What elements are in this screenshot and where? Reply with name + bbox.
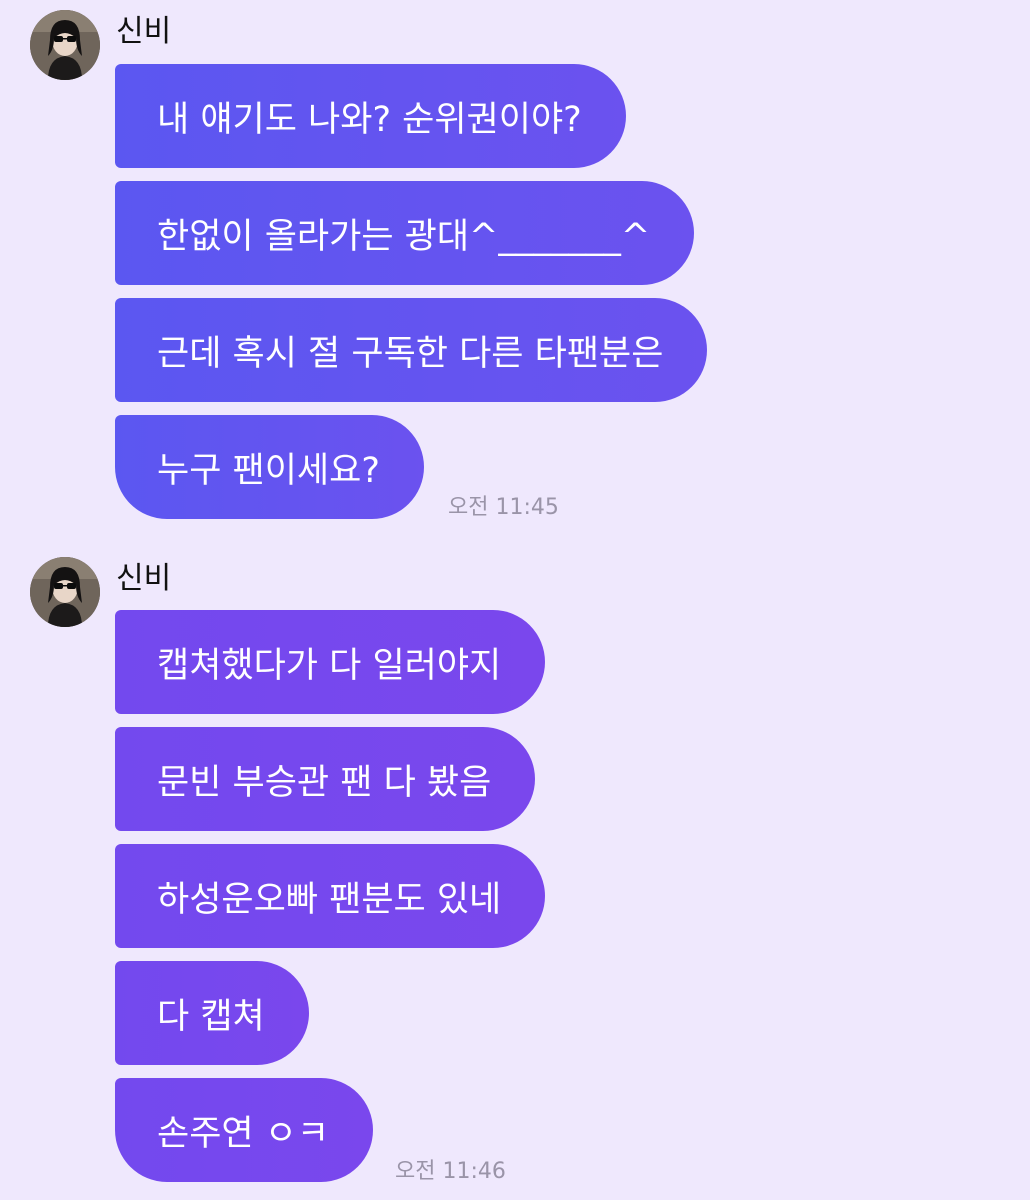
message-text: 한없이 올라가는 광대^_______^ (157, 216, 651, 257)
message-bubble[interactable]: 문빈 부승관 팬 다 봤음 (115, 727, 536, 831)
message-bubble[interactable]: 하성운오빠 팬분도 있네 (115, 844, 546, 948)
message-timestamp: 오전 11:46 (395, 1159, 506, 1184)
message-bubble[interactable]: 캡쳐했다가 다 일러야지 (115, 610, 546, 714)
message-bubble[interactable]: 한없이 올라가는 광대^_______^ (115, 181, 695, 285)
message-text: 근데 혹시 절 구독한 다른 타팬분은 (157, 333, 664, 374)
avatar[interactable] (30, 557, 100, 627)
avatar[interactable] (30, 10, 100, 80)
message-bubble[interactable]: 손주연 ㅇㅋ (115, 1078, 374, 1182)
message-text: 하성운오빠 팬분도 있네 (157, 879, 502, 920)
message-text: 내 얘기도 나와? 순위권이야? (157, 99, 582, 140)
message-bubble[interactable]: 누구 팬이세요? (115, 415, 424, 519)
message-text: 문빈 부승관 팬 다 봤음 (157, 762, 492, 803)
message-bubble[interactable]: 근데 혹시 절 구독한 다른 타팬분은 (115, 298, 708, 402)
message-timestamp: 오전 11:45 (448, 495, 559, 520)
message-bubble[interactable]: 내 얘기도 나와? 순위권이야? (115, 64, 626, 168)
message-bubble[interactable]: 다 캡쳐 (115, 961, 309, 1065)
message-text: 다 캡쳐 (157, 996, 265, 1037)
sender-name: 신비 (116, 561, 172, 596)
sender-name: 신비 (116, 14, 172, 49)
message-text: 손주연 ㅇㅋ (157, 1113, 330, 1154)
message-text: 캡쳐했다가 다 일러야지 (157, 645, 502, 686)
message-text: 누구 팬이세요? (157, 450, 380, 491)
